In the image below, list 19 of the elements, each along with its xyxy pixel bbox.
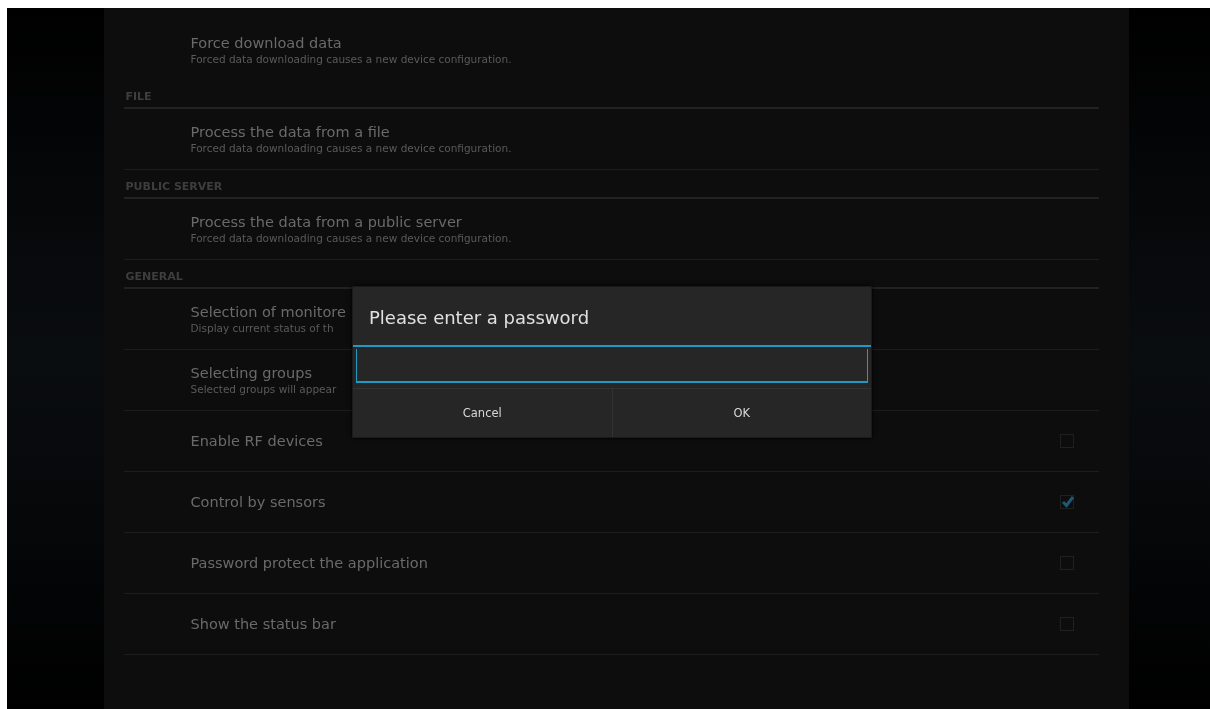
setting-summary: Forced data downloading causes a new device configuration. [190, 142, 512, 154]
setting-title[interactable]: Selecting groups [190, 365, 312, 381]
setting-title[interactable]: Process the data from a file [190, 124, 390, 140]
dialog-button[interactable]: OK [611, 389, 871, 437]
checkbox[interactable] [1059, 495, 1074, 509]
setting-title[interactable]: Force download data [190, 35, 342, 51]
password-field[interactable] [356, 349, 868, 383]
setting-title[interactable]: Password protect the application [190, 555, 428, 571]
setting-title[interactable]: Enable RF devices [190, 433, 323, 449]
dialog-button[interactable]: Cancel [353, 389, 612, 437]
setting-title[interactable]: Show the status bar [190, 616, 336, 632]
setting-title[interactable]: Selection of monitore [190, 304, 346, 320]
setting-summary: Selected groups will appear [190, 383, 337, 395]
setting-summary: Forced data downloading causes a new device configuration. [190, 232, 512, 244]
setting-summary: Display current status of th [190, 322, 334, 334]
dialog-title: Please enter a password [353, 287, 871, 347]
setting-summary: Forced data downloading causes a new device configuration. [190, 53, 512, 65]
setting-title[interactable]: Control by sensors [190, 494, 326, 510]
setting-title[interactable]: Process the data from a public server [190, 214, 462, 230]
